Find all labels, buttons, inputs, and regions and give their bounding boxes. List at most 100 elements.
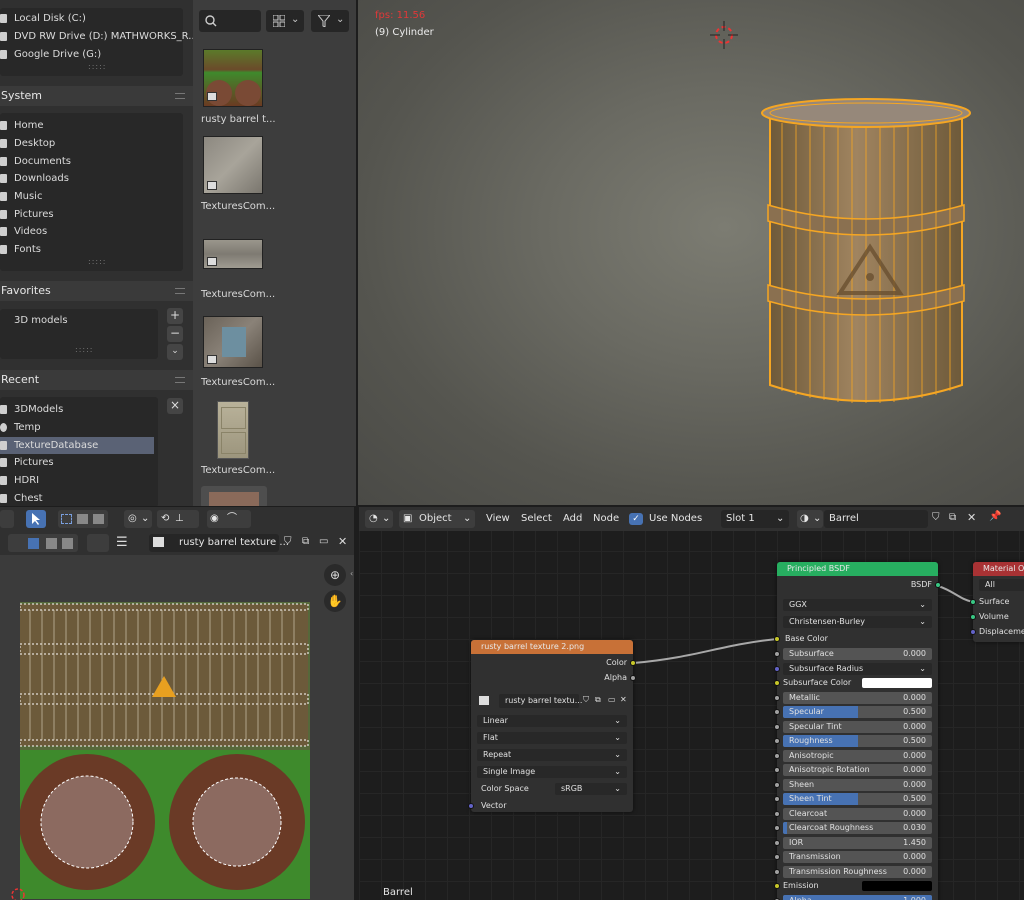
bsdf-input-socket[interactable] xyxy=(774,767,780,773)
fake-user-shield-icon[interactable]: ⛉ xyxy=(284,536,292,547)
bsdf-input-socket[interactable] xyxy=(774,854,780,860)
3d-viewport[interactable]: fps: 11.56 (9) Cylinder xyxy=(358,0,1024,505)
bsdf-input-socket[interactable] xyxy=(774,868,780,875)
favorites-header[interactable]: Favorites xyxy=(0,281,193,301)
bsdf-param-row[interactable]: Sheen 0.000 xyxy=(783,778,932,791)
bsdf-input-socket[interactable] xyxy=(774,781,780,788)
material-output-title[interactable]: Material O xyxy=(973,562,1024,576)
remove-bookmark-button[interactable]: − xyxy=(167,326,183,342)
drag-grip-icon[interactable] xyxy=(175,93,185,99)
bsdf-param-row[interactable]: Clearcoat 0.000 xyxy=(783,807,932,820)
bsdf-input-socket[interactable] xyxy=(774,738,780,744)
file-thumbnail[interactable] xyxy=(203,316,263,368)
bsdf-input-socket[interactable] xyxy=(774,883,780,889)
target-dropdown[interactable]: All xyxy=(979,579,1024,591)
recent-header[interactable]: Recent xyxy=(0,370,193,390)
recent-item[interactable]: Pictures xyxy=(0,454,54,471)
uv-texture-canvas[interactable] xyxy=(20,602,310,899)
snap-dropdown[interactable]: ⟲ ⊥ xyxy=(157,510,199,528)
island-select-dropdown[interactable] xyxy=(87,534,109,552)
bsdf-param-row[interactable]: Subsurface 0.000 xyxy=(783,648,932,660)
filter-dropdown[interactable]: ⌄ xyxy=(311,10,349,32)
system-item-fonts[interactable]: Fonts xyxy=(0,241,41,258)
file-label[interactable]: TexturesCom... xyxy=(201,289,275,300)
editor-type-button[interactable] xyxy=(0,510,14,528)
file-thumbnail[interactable] xyxy=(203,136,263,194)
hand-pan-icon[interactable]: ✋ xyxy=(324,590,346,612)
barrel-mesh[interactable] xyxy=(758,95,983,413)
fake-user-shield-icon[interactable]: ⛉ xyxy=(583,694,589,706)
display-mode-dropdown[interactable]: ⌄ xyxy=(266,10,304,32)
displacement-input-socket[interactable] xyxy=(970,629,976,635)
interpolation-dropdown[interactable]: Linear ⌄ xyxy=(477,715,627,727)
recent-item[interactable]: HDRI xyxy=(0,472,39,489)
zoom-icon[interactable]: ⊕ xyxy=(324,564,346,586)
resize-grip[interactable]: ::::: xyxy=(88,257,106,266)
alpha-output-socket[interactable] xyxy=(630,675,636,681)
color-swatch[interactable] xyxy=(862,881,932,891)
bsdf-param-row[interactable]: Specular Tint 0.000 xyxy=(783,720,932,733)
add-bookmark-button[interactable]: + xyxy=(167,308,183,324)
bsdf-param-row[interactable]: Clearcoat Roughness 0.030 xyxy=(783,822,932,834)
recent-item-selected[interactable]: TextureDatabase xyxy=(0,437,154,454)
close-icon[interactable]: ✕ xyxy=(620,694,627,706)
bsdf-input-socket[interactable] xyxy=(774,723,780,730)
bsdf-param-row[interactable]: Subsurface Color xyxy=(783,677,932,689)
base-color-socket[interactable] xyxy=(774,636,780,642)
bsdf-input-socket[interactable] xyxy=(774,752,780,759)
recent-item[interactable]: Temp xyxy=(0,419,41,436)
resize-grip[interactable]: ::::: xyxy=(88,62,106,71)
chevron-left-icon[interactable]: ‹ xyxy=(350,569,354,578)
bsdf-param-row[interactable]: Metallic 0.000 xyxy=(783,691,932,704)
image-texture-node-title[interactable]: rusty barrel texture 2.png xyxy=(471,640,633,654)
file-label[interactable]: TexturesCom... xyxy=(201,377,275,388)
volume-input-socket[interactable] xyxy=(970,614,976,620)
color-output-socket[interactable] xyxy=(630,660,636,666)
bsdf-input-socket[interactable] xyxy=(774,680,780,686)
bsdf-input-socket[interactable] xyxy=(774,694,780,701)
material-output-node[interactable]: Material O All Surface Volume Displaceme… xyxy=(970,562,1024,642)
color-space-dropdown[interactable]: sRGB ⌄ xyxy=(555,783,627,795)
open-folder-icon[interactable]: ▭ xyxy=(319,536,328,547)
image-browse-field[interactable]: rusty barrel texture ... xyxy=(149,534,289,552)
system-item-home[interactable]: Home xyxy=(0,117,44,134)
favorites-item[interactable]: 3D models xyxy=(0,312,68,329)
clear-recent-button[interactable]: × xyxy=(167,398,183,414)
image-name-field[interactable]: rusty barrel textu... xyxy=(499,694,582,708)
uv-view-buttons[interactable] xyxy=(8,534,78,552)
bsdf-param-row[interactable]: Sheen Tint 0.500 xyxy=(783,793,932,805)
bsdf-input-socket[interactable] xyxy=(774,796,780,802)
file-label[interactable]: TexturesCom... xyxy=(201,465,275,476)
system-item-desktop[interactable]: Desktop xyxy=(0,135,55,152)
bsdf-output-socket[interactable] xyxy=(935,582,941,588)
bsdf-param-row[interactable]: Anisotropic 0.000 xyxy=(783,749,932,762)
system-item-downloads[interactable]: Downloads xyxy=(0,170,69,187)
hamburger-menu-icon[interactable]: ☰ xyxy=(116,535,128,550)
2d-cursor-icon[interactable] xyxy=(8,885,28,900)
file-thumbnail[interactable] xyxy=(203,239,263,269)
bsdf-param-row[interactable]: Emission xyxy=(783,880,932,892)
bsdf-input-socket[interactable] xyxy=(774,665,780,672)
pivot-dropdown[interactable]: ◎ ⌄ xyxy=(124,510,152,528)
bsdf-param-row[interactable]: IOR 1.450 xyxy=(783,836,932,849)
projection-dropdown[interactable]: Flat ⌄ xyxy=(477,732,627,744)
bsdf-input-socket[interactable] xyxy=(774,839,780,846)
drag-grip-icon[interactable] xyxy=(175,288,185,294)
bsdf-param-row[interactable]: Transmission Roughness 0.000 xyxy=(783,865,932,878)
distribution-dropdown[interactable]: GGX ⌄ xyxy=(783,599,932,611)
system-item-documents[interactable]: Documents xyxy=(0,153,71,170)
file-thumbnail[interactable] xyxy=(201,486,267,506)
image-texture-node[interactable]: rusty barrel texture 2.png Color Alpha r… xyxy=(468,640,636,812)
system-item-videos[interactable]: Videos xyxy=(0,223,47,240)
bsdf-input-socket[interactable] xyxy=(774,651,780,657)
recent-item[interactable]: Chest xyxy=(0,490,43,506)
bsdf-input-socket[interactable] xyxy=(774,825,780,831)
duplicate-icon[interactable]: ⧉ xyxy=(302,536,309,547)
bsdf-param-row[interactable]: Transmission 0.000 xyxy=(783,851,932,863)
subsurface-method-dropdown[interactable]: Christensen-Burley ⌄ xyxy=(783,616,932,628)
recent-item[interactable]: 3DModels xyxy=(0,401,63,418)
uv-editor[interactable]: ◎ ⌄ ⟲ ⊥ ◉ ⌒ ☰ rusty barrel texture ... ⛉ ⧉ … xyxy=(0,507,354,900)
node-editor[interactable]: ◔ ⌄ ▣ Object ⌄ View Select Add Node ✓ Use N… xyxy=(359,507,1024,900)
bsdf-param-row[interactable]: Specular 0.500 xyxy=(783,706,932,718)
bsdf-input-socket[interactable] xyxy=(774,810,780,817)
